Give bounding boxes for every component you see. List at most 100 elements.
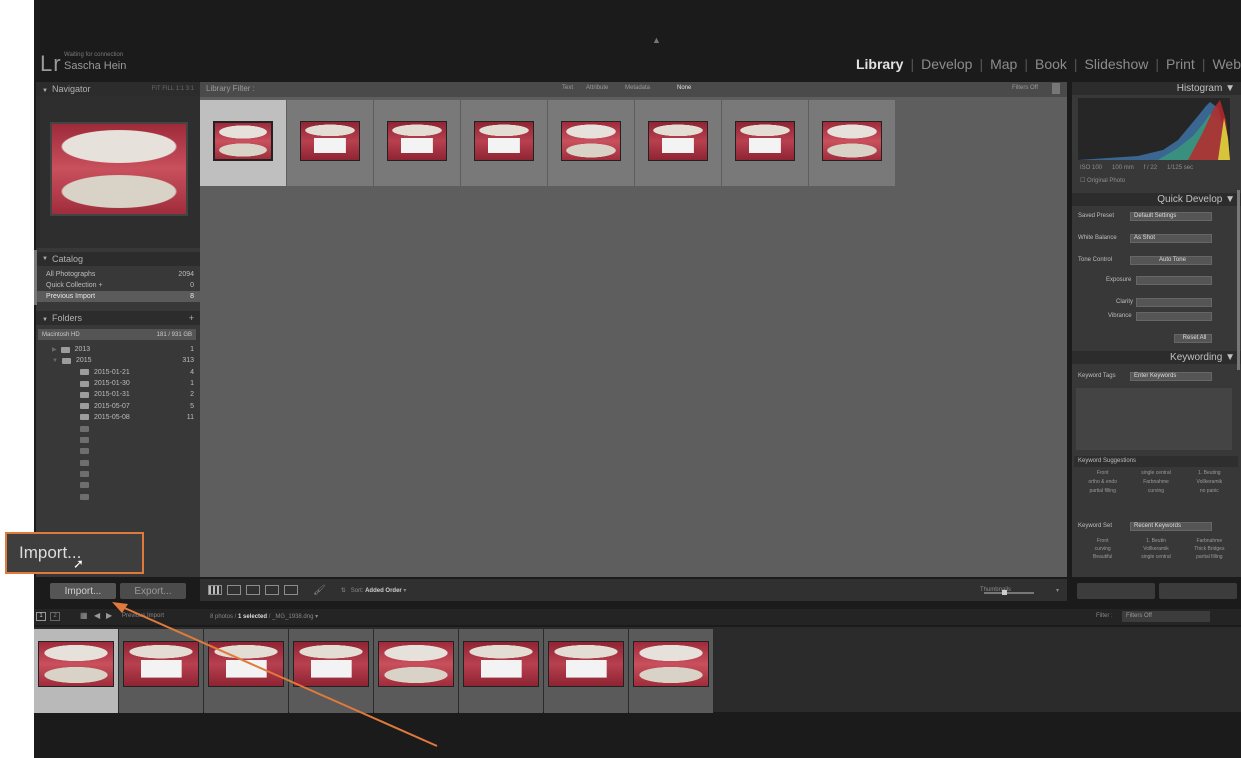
vibrance-controls[interactable] [1136,312,1212,321]
forward-arrow-icon[interactable]: ▶ [106,611,112,620]
folder-row[interactable]: ▶ 2013 1 [36,344,200,355]
photo-thumbnail[interactable] [474,121,534,161]
right-panel-scrollbar[interactable] [1237,190,1240,370]
clarity-controls[interactable] [1136,298,1212,307]
back-arrow-icon[interactable]: ◀ [94,611,100,620]
filmstrip-thumbnail[interactable] [208,641,284,687]
folder-row[interactable] [36,446,200,457]
auto-tone-button[interactable]: Auto Tone [1130,256,1212,265]
folder-row[interactable] [36,423,200,434]
keyword-set-item[interactable]: 1. Beutin [1129,538,1182,544]
suggestion-keyword[interactable]: partial filling [1076,488,1129,494]
filter-none[interactable]: None [677,85,691,91]
folder-row[interactable] [36,457,200,468]
suggestion-keyword[interactable]: Farbnahme [1129,479,1182,485]
photo-thumbnail[interactable] [300,121,360,161]
keyword-set-item[interactable]: Front [1076,538,1129,544]
grid-view-icon[interactable] [208,585,222,595]
module-library[interactable]: Library [856,56,903,72]
folder-row[interactable]: 2015-01-30 1 [36,378,200,389]
keyword-set-dropdown[interactable]: Recent Keywords [1130,522,1212,531]
module-book[interactable]: Book [1035,56,1067,72]
filmstrip-thumbnail[interactable] [548,641,624,687]
module-map[interactable]: Map [990,56,1017,72]
filmstrip-cell[interactable] [629,629,713,713]
folder-row[interactable] [36,468,200,479]
module-slideshow[interactable]: Slideshow [1085,56,1149,72]
grid-cell[interactable] [548,100,634,186]
suggestion-keyword[interactable]: Vollkeramik [1183,479,1236,485]
exposure-controls[interactable] [1136,276,1212,285]
folder-row[interactable]: 2015-01-31 2 [36,389,200,400]
sync-settings-button[interactable] [1159,583,1237,599]
filter-lock-icon[interactable] [1052,83,1060,94]
folder-row[interactable] [36,491,200,502]
slider-thumb[interactable] [1002,590,1007,595]
grid-cell[interactable] [635,100,721,186]
suggestion-keyword[interactable]: Front [1076,470,1129,476]
filmstrip-thumbnail[interactable] [38,641,114,687]
module-print[interactable]: Print [1166,56,1195,72]
grid-cell[interactable] [722,100,808,186]
keyword-set-item[interactable]: curving [1076,546,1129,552]
keyword-set-item[interactable]: Thick Bridges [1183,546,1236,552]
catalog-header[interactable]: ▼ Catalog [36,252,200,266]
filmstrip-cell[interactable] [204,629,288,713]
grid-mode-icon[interactable]: ▦ [80,611,88,620]
photo-thumbnail[interactable] [822,121,882,161]
histogram-header[interactable]: Histogram ▼ [1072,82,1241,95]
folder-row[interactable]: ▼ 2015 313 [36,355,200,366]
photo-thumbnail[interactable] [735,121,795,161]
sort-value[interactable]: Added Order [365,588,402,594]
filmstrip-thumbnail[interactable] [123,641,199,687]
catalog-item-all-photographs[interactable]: All Photographs 2094 [36,269,200,280]
keyword-set-item[interactable]: Farbnahme [1183,538,1236,544]
grid-cell[interactable] [809,100,895,186]
sync-metadata-button[interactable] [1077,583,1155,599]
photo-thumbnail[interactable] [561,121,621,161]
sort-direction-icon[interactable]: ⇅ [341,587,346,594]
filmstrip-filter-dropdown[interactable]: Filters Off [1122,611,1210,622]
suggestion-keyword[interactable]: no panic [1183,488,1236,494]
grid-cell[interactable] [200,100,286,186]
survey-view-icon[interactable] [265,585,279,595]
catalog-item-previous-import[interactable]: Previous Import 8 [36,291,200,302]
suggestion-keyword[interactable]: 1. Beuting [1183,470,1236,476]
suggestion-keyword[interactable]: curving [1129,488,1182,494]
quick-develop-header[interactable]: Quick Develop ▼ [1072,193,1241,206]
photo-thumbnail[interactable] [213,121,273,161]
folder-row[interactable]: 2015-05-07 5 [36,400,200,411]
page-1-button[interactable]: 1 [36,612,46,621]
catalog-item-quick-collection[interactable]: Quick Collection +0 [36,280,200,291]
folders-header[interactable]: ▼ Folders + [36,311,200,325]
suggestion-keyword[interactable]: ortho & endo [1076,479,1129,485]
white-balance-dropdown[interactable]: As Shot [1130,234,1212,243]
filmstrip-thumbnail[interactable] [463,641,539,687]
navigator-header[interactable]: ▼ Navigator FIT FILL 1:1 3:1 [36,82,200,96]
filter-text[interactable]: Text [562,85,573,91]
filmstrip-cell[interactable] [289,629,373,713]
keyword-text-area[interactable] [1076,388,1232,450]
keyword-set-item[interactable]: partial filling [1183,554,1236,560]
keyword-set-item[interactable]: Beautiful [1076,554,1129,560]
add-folder-icon[interactable]: + [189,313,194,323]
saved-preset-dropdown[interactable]: Default Settings [1130,212,1212,221]
filmstrip-source[interactable]: Previous Import [122,613,164,619]
compare-view-icon[interactable] [246,585,260,595]
filmstrip-thumbnail[interactable] [378,641,454,687]
page-2-button[interactable]: 2 [50,612,60,621]
filmstrip-thumbnail[interactable] [633,641,709,687]
navigator-zoom-options[interactable]: FIT FILL 1:1 3:1 [152,86,194,92]
filmstrip-cell[interactable] [544,629,628,713]
filmstrip-cell[interactable] [119,629,203,713]
export-button[interactable]: Export... [120,583,186,599]
folder-row[interactable] [36,434,200,445]
top-panel-toggle-icon[interactable]: ▲ [652,35,661,45]
keywording-header[interactable]: Keywording ▼ [1072,351,1241,364]
filmstrip-cell[interactable] [374,629,458,713]
original-photo-checkbox[interactable]: ☐ Original Photo [1080,177,1125,184]
keyword-tags-dropdown[interactable]: Enter Keywords [1130,372,1212,381]
drive-row[interactable]: Macintosh HD 181 / 931 GB [38,329,196,340]
left-panel-scrollbar[interactable] [34,250,37,305]
filter-attribute[interactable]: Attribute [586,85,608,91]
